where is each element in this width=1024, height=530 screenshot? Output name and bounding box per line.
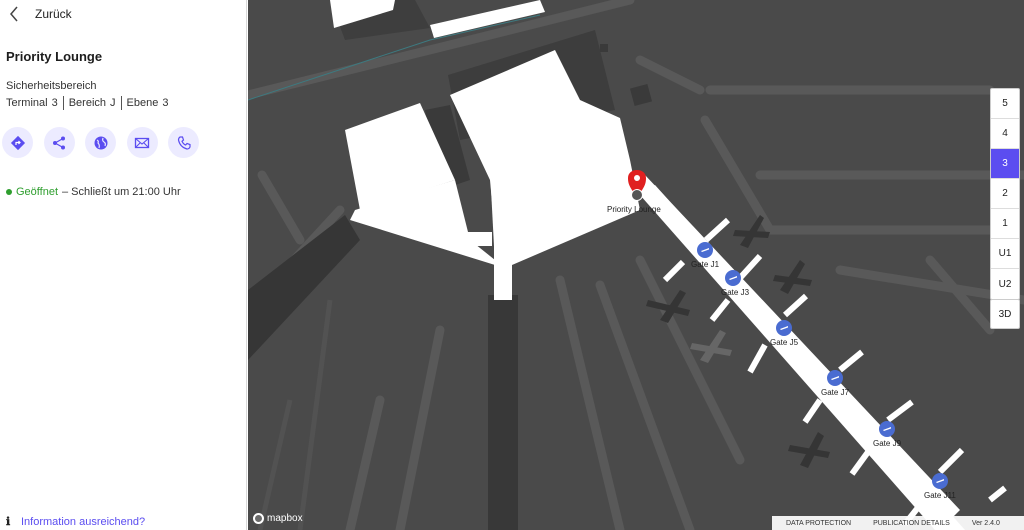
version-label: Ver 2.4.0 (971, 519, 1000, 527)
gate-label[interactable]: Gate J11 (924, 491, 956, 500)
action-bar (2, 127, 210, 158)
info-icon: ℹ (6, 516, 11, 528)
floor-button[interactable]: 1 (991, 209, 1019, 239)
3d-toggle-button[interactable]: 3D (990, 299, 1020, 329)
directions-button[interactable] (2, 127, 33, 158)
map-footer: DATA PROTECTION PUBLICATION DETAILS Ver … (772, 516, 1024, 530)
airplane-icon (879, 421, 895, 437)
directions-icon (10, 135, 25, 150)
gate-label[interactable]: Gate J5 (770, 338, 798, 347)
floor-button-active[interactable]: 3 (991, 149, 1019, 179)
gate-label[interactable]: Gate J3 (721, 288, 749, 297)
open-label: Geöffnet (16, 186, 58, 198)
floor-button[interactable]: 2 (991, 179, 1019, 209)
feedback-row: ℹ Information ausreichend? (6, 515, 145, 529)
status-dot (6, 189, 12, 195)
divider (120, 96, 122, 110)
publication-details-link[interactable]: PUBLICATION DETAILS (873, 520, 950, 527)
feedback-link[interactable]: Information ausreichend? (21, 516, 145, 528)
level-label: Ebene (126, 97, 159, 109)
floor-button[interactable]: 5 (991, 89, 1019, 119)
airplane-icon (697, 242, 713, 258)
airplane-icon (827, 370, 843, 386)
phone-icon (177, 135, 191, 150)
email-button[interactable] (126, 127, 158, 158)
data-protection-link[interactable]: DATA PROTECTION (786, 520, 851, 527)
poi-title: Priority Lounge (6, 49, 103, 64)
chevron-left-icon (10, 6, 18, 22)
airplane-icon (776, 320, 792, 336)
website-button[interactable] (85, 127, 116, 158)
floor-button[interactable]: 4 (991, 119, 1019, 149)
globe-icon (94, 136, 107, 149)
level-value: 3 (162, 97, 169, 109)
security-area: Sicherheitsbereich (6, 80, 97, 92)
floor-button[interactable]: U2 (991, 269, 1019, 299)
mail-icon (134, 137, 150, 148)
closing-time: – Schließt um 21:00 Uhr (62, 186, 181, 198)
terminal-value: 3 (51, 97, 58, 109)
mapbox-logo[interactable]: mapbox (253, 513, 303, 524)
phone-button[interactable] (168, 127, 199, 158)
terminal-label: Terminal (6, 97, 48, 109)
area-value: J (110, 97, 116, 109)
area-label: Bereich (68, 97, 106, 109)
airport-map[interactable]: Priority Lounge Gate J1 Gate J3 Gate J5 … (248, 0, 1024, 530)
mapbox-wordmark: mapbox (267, 513, 303, 524)
floor-selector: 5 4 3 2 1 U1 U2 (990, 88, 1020, 300)
opening-status: Geöffnet – Schließt um 21:00 Uhr (6, 186, 181, 198)
divider (62, 96, 64, 110)
back-label: Zurück (35, 7, 72, 21)
airplane-icon (725, 270, 741, 286)
mapbox-icon (253, 513, 264, 524)
detail-panel: Zurück Priority Lounge Sicherheitsbereic… (0, 0, 247, 530)
location-details: Terminal 3 Bereich J Ebene 3 (6, 96, 168, 110)
airplane-icon (932, 473, 948, 489)
gate-label[interactable]: Gate J7 (821, 388, 849, 397)
floor-button[interactable]: U1 (991, 239, 1019, 269)
poi-map-label[interactable]: Priority Lounge (607, 205, 661, 214)
gate-label[interactable]: Gate J9 (873, 439, 901, 448)
share-button[interactable] (43, 127, 75, 158)
map-canvas (248, 0, 1024, 530)
share-icon (53, 136, 65, 149)
gate-label[interactable]: Gate J1 (691, 260, 719, 269)
back-button[interactable]: Zurück (8, 5, 72, 23)
